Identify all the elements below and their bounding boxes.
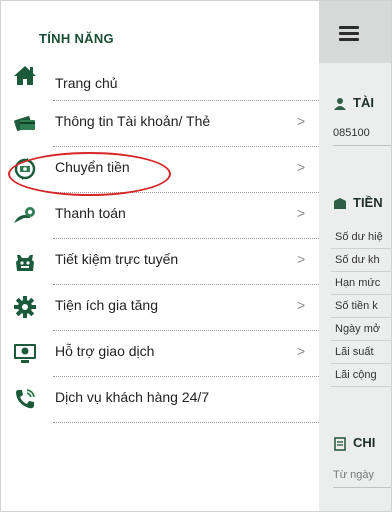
menu-item-label: Thanh toán: [55, 205, 126, 221]
chevron-right-icon: >: [297, 205, 306, 221]
chevron-right-icon: >: [297, 113, 306, 129]
drawer-menu: Trang chủ Thông tin Tài khoản/ Thẻ > Chu…: [1, 63, 319, 423]
top-bar: [319, 1, 391, 63]
drawer-header: TÍNH NĂNG: [1, 1, 319, 63]
account-number[interactable]: 085100: [333, 127, 370, 139]
account-section-title: TÀI: [353, 95, 374, 110]
background-panel: TÀI 085100 TIỀN Số dư hiệ Số dư kh Hạn m…: [319, 1, 391, 511]
menu-item-label: Trang chủ: [55, 75, 118, 91]
menu-item-customer-service[interactable]: Dịch vụ khách hàng 24/7: [1, 377, 319, 423]
app-frame: TÀI 085100 TIỀN Số dư hiệ Số dư kh Hạn m…: [0, 0, 392, 512]
row-label: Số dư kh: [335, 254, 380, 266]
menu-divider: [53, 422, 319, 423]
from-date-underline: [333, 487, 391, 488]
row-label: Hạn mức: [335, 277, 381, 289]
detail-section-title: CHI: [353, 435, 376, 450]
gear-icon: [14, 296, 36, 318]
account-card-icon: [14, 116, 35, 131]
savings-icon: [334, 198, 346, 209]
document-icon: [334, 437, 346, 451]
row-divider: [331, 363, 391, 364]
home-icon: [14, 66, 36, 85]
row-divider: [331, 271, 391, 272]
account-number-underline: [333, 145, 391, 146]
row-divider: [331, 386, 391, 387]
savings-section-title: TIỀN: [353, 195, 383, 210]
row-divider: [331, 248, 391, 249]
row-divider: [331, 340, 391, 341]
drawer-title: TÍNH NĂNG: [39, 31, 114, 46]
menu-item-account-card[interactable]: Thông tin Tài khoản/ Thẻ >: [1, 101, 319, 147]
menu-item-online-savings[interactable]: Tiết kiệm trực tuyến >: [1, 239, 319, 285]
phone-icon: [16, 389, 35, 409]
piggy-bank-icon: [16, 255, 34, 271]
chevron-right-icon: >: [297, 343, 306, 359]
row-label: Số tiền k: [335, 300, 378, 312]
menu-item-label: Tiết kiệm trực tuyến: [55, 251, 179, 267]
row-label: Lãi cộng: [335, 369, 377, 381]
chevron-right-icon: >: [297, 297, 306, 313]
row-divider: [331, 294, 391, 295]
menu-item-label: Hỗ trợ giao dịch: [55, 343, 155, 359]
highlight-circle: [8, 152, 171, 196]
menu-item-label: Dịch vụ khách hàng 24/7: [55, 389, 210, 405]
navigation-drawer: TÍNH NĂNG Trang chủ Thông tin Tài khoản/: [1, 1, 319, 511]
menu-item-label: Thông tin Tài khoản/ Thẻ: [55, 113, 211, 129]
chevron-right-icon: >: [297, 159, 306, 175]
row-label: Lãi suất: [335, 346, 374, 358]
user-icon: [334, 98, 346, 110]
menu-item-transaction-support[interactable]: Hỗ trợ giao dịch >: [1, 331, 319, 377]
payment-icon: [14, 207, 35, 223]
menu-item-value-added[interactable]: Tiện ích gia tăng >: [1, 285, 319, 331]
menu-item-home[interactable]: Trang chủ: [1, 63, 319, 101]
support-monitor-icon: [14, 344, 36, 363]
row-label: Số dư hiệ: [335, 231, 383, 243]
menu-item-label: Tiện ích gia tăng: [55, 297, 158, 313]
from-date-input[interactable]: Từ ngày: [333, 469, 374, 481]
hamburger-icon[interactable]: [339, 26, 359, 41]
row-divider: [331, 317, 391, 318]
chevron-right-icon: >: [297, 251, 306, 267]
row-label: Ngày mở: [335, 323, 381, 335]
menu-item-payment[interactable]: Thanh toán >: [1, 193, 319, 239]
